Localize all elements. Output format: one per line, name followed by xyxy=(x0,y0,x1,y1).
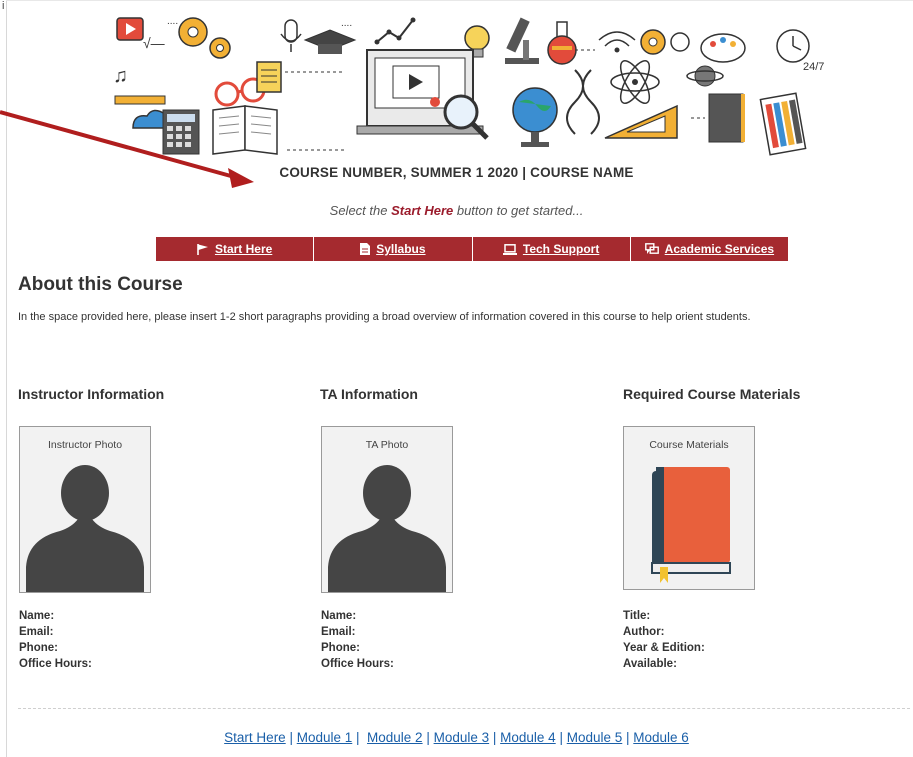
instructor-phone-field: Phone: xyxy=(19,642,58,654)
footer-link-module-5[interactable]: Module 5 xyxy=(567,730,623,745)
clock-icon xyxy=(776,29,810,63)
academic-services-label: Academic Services xyxy=(664,242,775,256)
syllabus-label: Syllabus xyxy=(376,242,426,256)
ta-name-field: Name: xyxy=(321,610,357,622)
prompt-text-after: button to get started... xyxy=(453,203,584,218)
instructor-photo: Instructor Photo xyxy=(19,426,151,593)
svg-text:√—: √— xyxy=(143,35,165,51)
flag-icon xyxy=(197,243,208,255)
start-here-label: Start Here xyxy=(214,242,273,256)
ruler-icon xyxy=(604,104,678,139)
footer-separator: | xyxy=(285,730,297,745)
footer-link-module-3[interactable]: Module 3 xyxy=(434,730,490,745)
footer-link-module-6[interactable]: Module 6 xyxy=(633,730,689,745)
materials-fields: Title: Author: Year & Edition: Available… xyxy=(623,608,705,672)
ta-fields: Name: Email: Phone: Office Hours: xyxy=(321,608,394,672)
instructor-fields: Name: Email: Phone: Office Hours: xyxy=(19,608,92,672)
materials-year-edition-field: Year & Edition: xyxy=(623,642,705,654)
book-icon xyxy=(212,105,278,155)
play-icon xyxy=(116,17,144,41)
svg-text:....: .... xyxy=(341,18,352,29)
book-icon xyxy=(651,467,731,583)
laptop-icon xyxy=(502,243,517,255)
footer-link-module-4[interactable]: Module 4 xyxy=(500,730,556,745)
footer-separator: | xyxy=(352,730,368,745)
notebook-icon xyxy=(708,93,745,143)
left-border xyxy=(6,0,7,757)
ta-heading: TA Information xyxy=(320,386,418,402)
instructor-name-field: Name: xyxy=(19,610,55,622)
clock-label: 24/7 xyxy=(803,61,824,73)
wifi-icon xyxy=(598,31,636,53)
top-border xyxy=(6,0,913,1)
notepad-icon xyxy=(256,61,282,93)
ta-photo: TA Photo xyxy=(321,426,453,593)
footer-separator: | xyxy=(489,730,501,745)
footer-link-start-here[interactable]: Start Here xyxy=(224,730,286,745)
prompt-text-before: Select the xyxy=(329,203,392,218)
corner-mark: i xyxy=(2,0,5,12)
education-banner-illustration: .... √— .... 24/7 ♫ xyxy=(113,16,824,156)
planet-icon xyxy=(686,65,724,87)
start-here-button[interactable]: Start Here xyxy=(156,237,315,261)
flask-icon xyxy=(547,21,577,65)
footer-link-module-1[interactable]: Module 1 xyxy=(297,730,353,745)
instructor-section: Instructor Information Instructor Photo … xyxy=(18,386,258,670)
chat-icon xyxy=(644,243,659,254)
pencils-icon xyxy=(759,92,807,156)
about-text: In the space provided here, please inser… xyxy=(18,311,751,323)
calculator-icon xyxy=(162,109,200,155)
person-silhouette-icon xyxy=(26,465,144,592)
footer-module-nav: Start Here | Module 1 | Module 2 | Modul… xyxy=(0,730,913,745)
about-heading: About this Course xyxy=(18,274,183,295)
tech-support-label: Tech Support xyxy=(522,242,600,256)
atom-icon xyxy=(610,59,660,105)
start-prompt: Select the Start Here button to get star… xyxy=(0,203,913,218)
graduation-cap-icon xyxy=(303,29,357,54)
dna-icon xyxy=(566,69,600,135)
footer-separator: | xyxy=(555,730,567,745)
microscope-icon xyxy=(505,17,539,64)
instructor-office-hours-field: Office Hours: xyxy=(19,658,92,670)
ta-office-hours-field: Office Hours: xyxy=(321,658,394,670)
footer-divider xyxy=(18,708,910,709)
instructor-heading: Instructor Information xyxy=(18,386,165,402)
course-title: COURSE NUMBER, SUMMER 1 2020 | COURSE NA… xyxy=(279,165,634,180)
footer-separator: | xyxy=(422,730,434,745)
ta-email-field: Email: xyxy=(321,626,356,638)
gear-icon xyxy=(178,17,231,59)
svg-text:....: .... xyxy=(167,16,178,27)
materials-heading: Required Course Materials xyxy=(623,386,801,402)
globe-icon xyxy=(512,87,558,147)
chart-icon xyxy=(374,17,416,45)
academic-services-button[interactable]: Academic Services xyxy=(631,237,788,261)
ta-section: TA Information TA Photo Name: Email: Pho… xyxy=(320,386,560,670)
microphone-icon xyxy=(280,19,302,52)
document-icon xyxy=(360,243,371,255)
materials-author-field: Author: xyxy=(623,626,665,638)
person-silhouette-icon xyxy=(328,465,446,592)
footer-link-module-2[interactable]: Module 2 xyxy=(367,730,423,745)
palette-icon xyxy=(700,33,746,63)
materials-section: Required Course Materials Course Materia… xyxy=(623,386,903,670)
prompt-highlight: Start Here xyxy=(391,203,454,218)
course-navbar: Start Here Syllabus Tech Support Academi… xyxy=(156,237,788,261)
instructor-email-field: Email: xyxy=(19,626,54,638)
gear-icon xyxy=(640,29,690,55)
syllabus-button[interactable]: Syllabus xyxy=(314,237,473,261)
tech-support-button[interactable]: Tech Support xyxy=(473,237,631,261)
ta-phone-field: Phone: xyxy=(321,642,360,654)
materials-title-field: Title: xyxy=(623,610,651,622)
footer-separator: | xyxy=(622,730,634,745)
music-icon: ♫ xyxy=(113,65,128,87)
materials-photo: Course Materials xyxy=(623,426,755,590)
materials-available-field: Available: xyxy=(623,658,677,670)
svg-text:♫: ♫ xyxy=(113,65,128,87)
